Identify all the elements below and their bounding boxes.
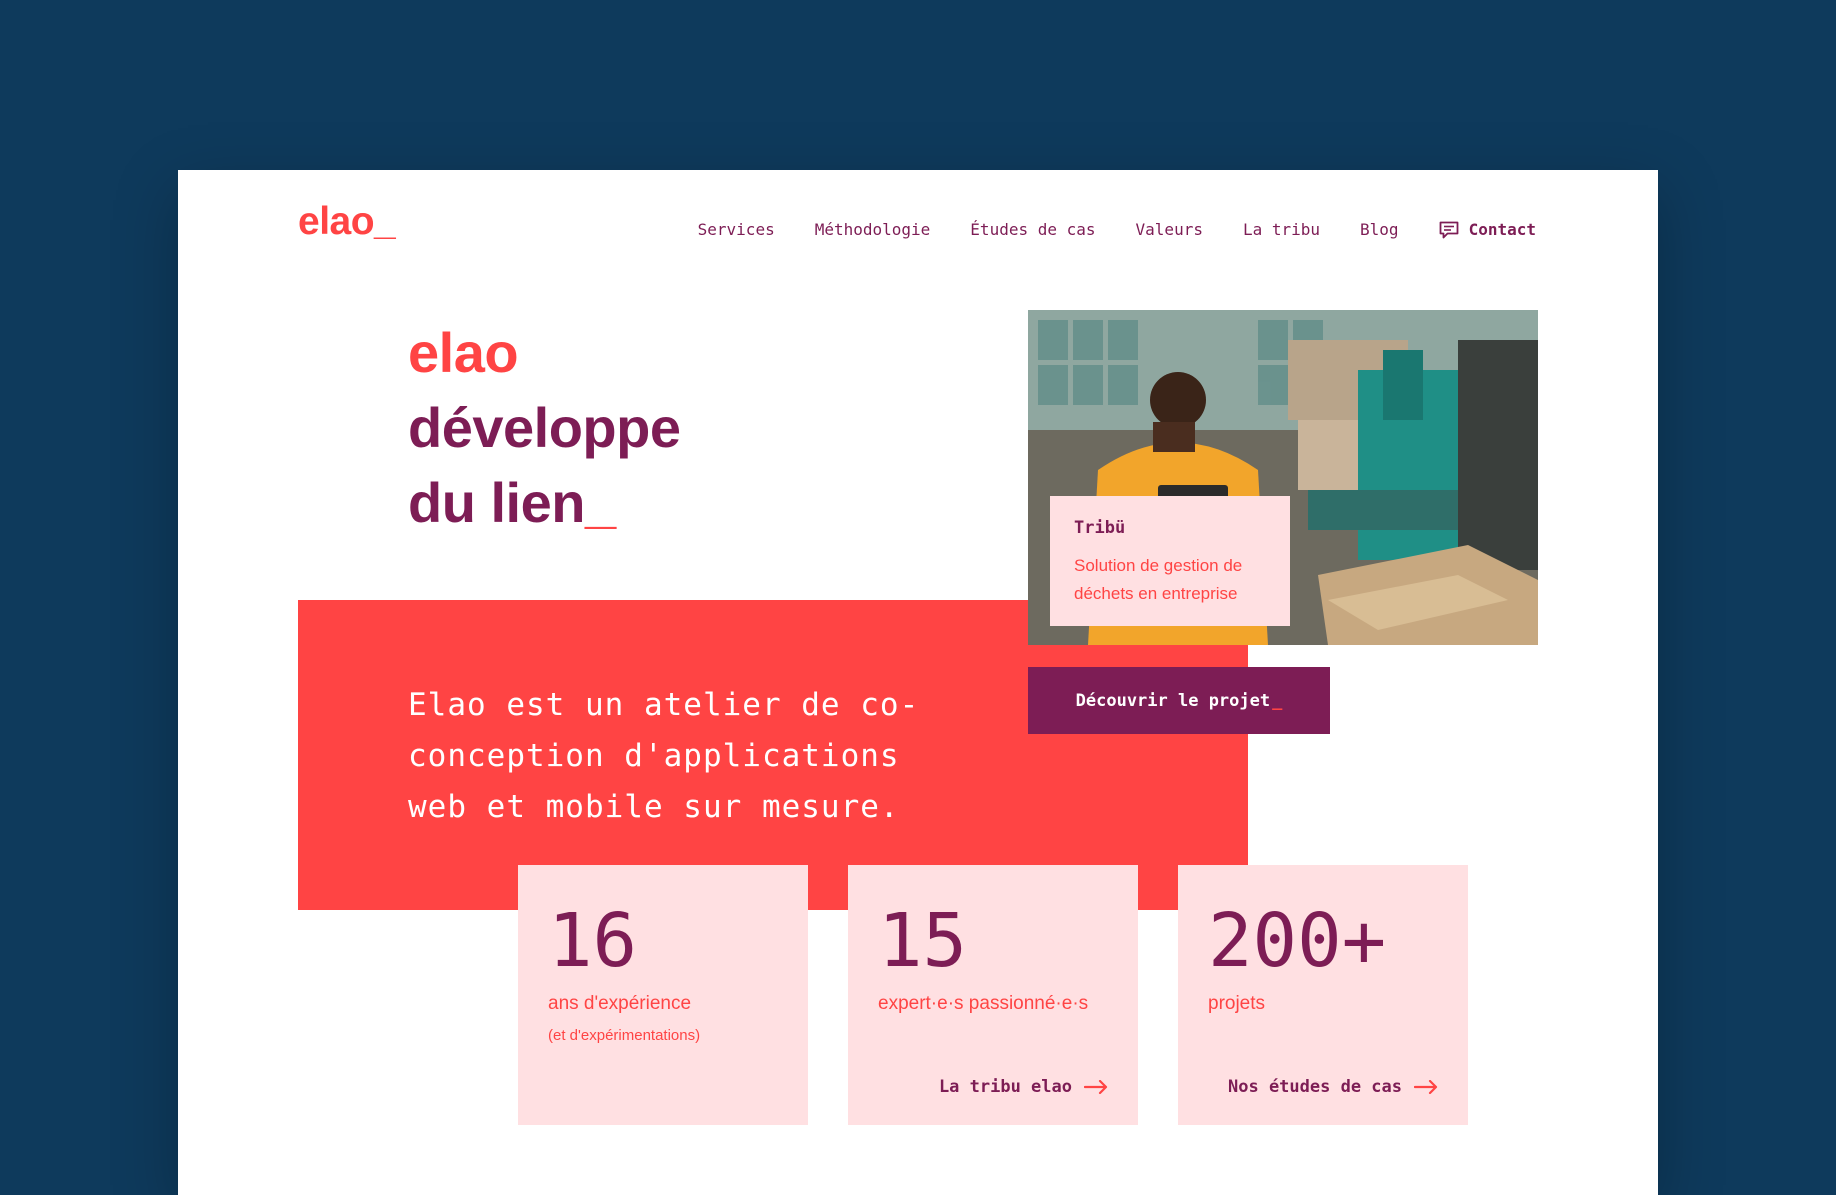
- discover-project-button[interactable]: Découvrir le projet _: [1028, 667, 1330, 734]
- logo[interactable]: elao_: [298, 200, 396, 244]
- hero-line-3: du lien_: [408, 465, 680, 540]
- tribu-link-label: La tribu elao: [938, 1077, 1072, 1097]
- nav-la-tribu[interactable]: La tribu: [1243, 220, 1320, 239]
- nav-services[interactable]: Services: [698, 220, 775, 239]
- case-studies-link-label: Nos études de cas: [1228, 1077, 1402, 1097]
- contact-label: Contact: [1468, 220, 1536, 239]
- page-card: elao_ Services Méthodologie Études de ca…: [178, 170, 1658, 1195]
- arrow-right-icon: [1084, 1080, 1108, 1094]
- cta-underscore: _: [1272, 690, 1283, 711]
- hero-line-1: elao: [408, 321, 519, 384]
- project-caption: Tribü Solution de gestion de déchets en …: [1050, 496, 1290, 626]
- hero-tagline: Elao est un atelier de co-conception d'a…: [408, 687, 920, 825]
- stat-card-experts: 15 expert·e·s passionné·e·s La tribu ela…: [848, 865, 1138, 1125]
- discover-project-label: Découvrir le projet: [1075, 690, 1271, 711]
- stat-sublabel: (et d'expérimentations): [548, 1027, 701, 1044]
- project-title: Tribü: [1074, 518, 1126, 538]
- main-nav: Services Méthodologie Études de cas Vale…: [698, 220, 1536, 239]
- stat-card-projects: 200+ projets Nos études de cas: [1178, 865, 1468, 1125]
- project-description: Solution de gestion de déchets en entrep…: [1074, 556, 1243, 603]
- tribu-link[interactable]: La tribu elao: [939, 1077, 1108, 1097]
- stat-label: expert·e·s passionné·e·s: [878, 993, 1089, 1014]
- stat-label: projets: [1208, 993, 1266, 1014]
- hero-line-3-text: du lien: [408, 471, 585, 534]
- hero-title: elao développe du lien_: [408, 315, 681, 540]
- stat-number: 16: [548, 898, 638, 984]
- case-studies-link[interactable]: Nos études de cas: [1228, 1077, 1438, 1097]
- nav-etudes-de-cas[interactable]: Études de cas: [970, 220, 1095, 239]
- arrow-right-icon: [1414, 1080, 1438, 1094]
- nav-blog[interactable]: Blog: [1360, 220, 1399, 239]
- stat-number: 15: [878, 898, 968, 984]
- hero-underscore: _: [584, 471, 616, 534]
- stat-number: 200+: [1208, 898, 1387, 984]
- nav-contact[interactable]: Contact: [1439, 220, 1536, 239]
- nav-valeurs[interactable]: Valeurs: [1136, 220, 1203, 239]
- nav-methodologie[interactable]: Méthodologie: [815, 220, 931, 239]
- stat-card-experience: 16 ans d'expérience (et d'expérimentatio…: [518, 865, 808, 1125]
- stat-label: ans d'expérience: [548, 993, 692, 1014]
- message-icon: [1439, 221, 1458, 238]
- hero-line-2: développe: [408, 396, 681, 459]
